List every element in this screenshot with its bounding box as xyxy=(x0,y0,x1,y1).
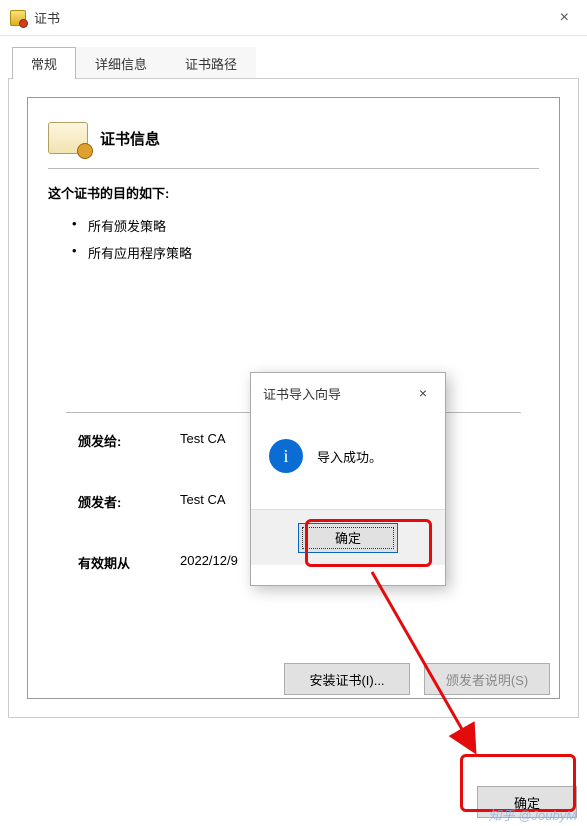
cert-info-heading: 证书信息 xyxy=(100,128,160,149)
window-title: 证书 xyxy=(34,8,552,27)
install-cert-button[interactable]: 安装证书(I)... xyxy=(284,663,410,695)
certificate-icon xyxy=(10,10,26,26)
close-icon[interactable]: × xyxy=(552,5,577,31)
tab-general[interactable]: 常规 xyxy=(12,47,76,79)
certificate-large-icon xyxy=(48,122,88,154)
titlebar: 证书 × xyxy=(0,0,587,36)
issuer-statement-button: 颁发者说明(S) xyxy=(424,663,550,695)
tab-strip: 常规 详细信息 证书路径 xyxy=(12,46,579,78)
purpose-item: 所有颁发策略 xyxy=(88,216,541,235)
cert-header: 证书信息 xyxy=(48,122,541,154)
purpose-label: 这个证书的目的如下: xyxy=(48,183,539,202)
valid-from-label: 有效期从 xyxy=(78,553,150,572)
cert-button-row: 安装证书(I)... 颁发者说明(S) xyxy=(284,663,550,695)
import-wizard-dialog: 证书导入向导 × i 导入成功。 确定 xyxy=(250,372,446,586)
issuer-value: Test CA xyxy=(180,492,226,511)
dialog-message: 导入成功。 xyxy=(317,447,382,466)
tab-details[interactable]: 详细信息 xyxy=(76,47,166,79)
watermark: 知乎 @JoubyM xyxy=(489,805,577,824)
valid-from-value: 2022/12/9 xyxy=(180,553,238,572)
separator xyxy=(48,168,539,169)
dialog-ok-button[interactable]: 确定 xyxy=(298,523,398,553)
dialog-body: i 导入成功。 xyxy=(251,413,445,509)
dialog-title: 证书导入向导 xyxy=(263,384,413,403)
info-icon: i xyxy=(269,439,303,473)
dialog-footer: 确定 xyxy=(251,509,445,565)
dialog-titlebar: 证书导入向导 × xyxy=(251,373,445,413)
tab-cert-path[interactable]: 证书路径 xyxy=(166,47,256,79)
issued-to-label: 颁发给: xyxy=(78,431,150,450)
purpose-list: 所有颁发策略 所有应用程序策略 xyxy=(46,216,541,262)
purpose-item: 所有应用程序策略 xyxy=(88,243,541,262)
issued-to-value: Test CA xyxy=(180,431,226,450)
issuer-label: 颁发者: xyxy=(78,492,150,511)
dialog-close-icon[interactable]: × xyxy=(413,383,433,403)
